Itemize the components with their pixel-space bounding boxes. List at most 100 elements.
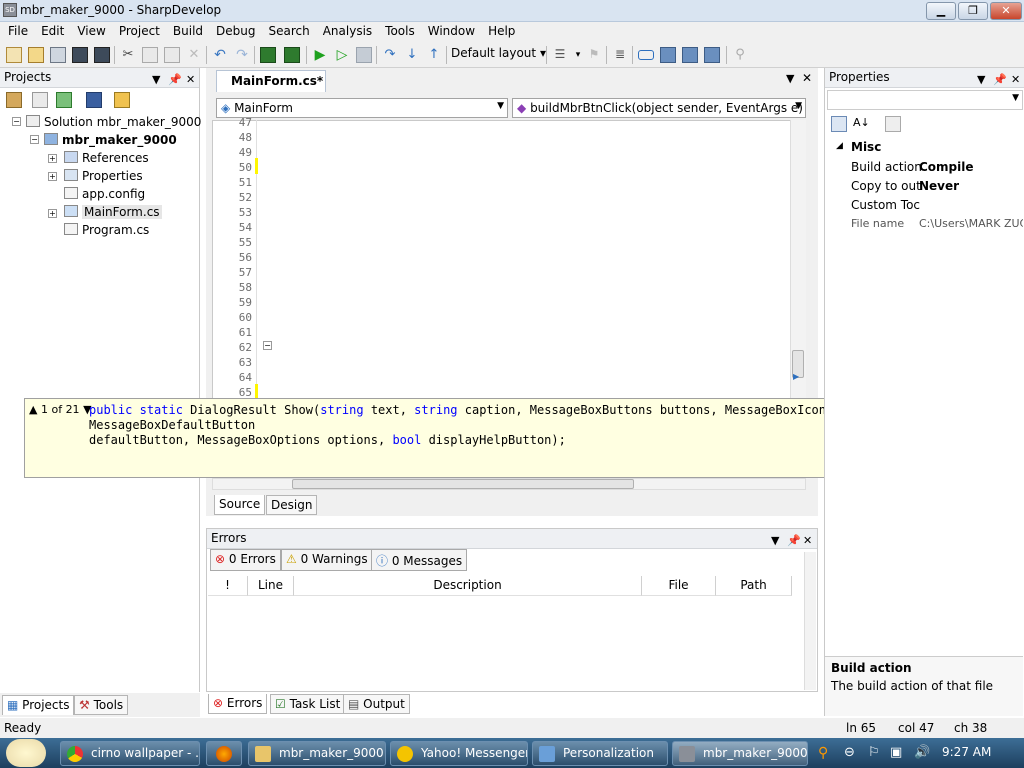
save-all-2-icon[interactable] xyxy=(94,47,110,63)
tab-design[interactable]: Design xyxy=(266,495,318,515)
taskbar-item-sharpdevelop-1[interactable]: mbr_maker_9000 xyxy=(248,741,386,766)
tab-output[interactable]: ▤ Output xyxy=(343,694,410,714)
property-value[interactable]: Compile xyxy=(919,160,974,174)
panel-menu-icon[interactable]: ▼ xyxy=(771,531,779,550)
menu-window[interactable]: Window xyxy=(420,22,480,38)
layout-dropdown[interactable]: Default layout ▾ xyxy=(451,46,546,60)
expand-mainform-icon[interactable]: + xyxy=(48,209,57,218)
pin-icon[interactable]: 📌 xyxy=(787,531,801,550)
replace-icon[interactable] xyxy=(704,47,720,63)
tab-source[interactable]: Source xyxy=(214,495,266,515)
run-icon[interactable]: ▶ xyxy=(312,47,328,63)
property-value[interactable]: C:\Users\MARK ZUC xyxy=(919,217,1023,230)
step-into-icon[interactable]: ↓ xyxy=(404,47,420,63)
taskbar-item-personalization[interactable]: Personalization xyxy=(532,741,668,766)
doc-menu-icon[interactable]: ▼ xyxy=(786,72,794,85)
minimize-button[interactable]: ▁ xyxy=(926,2,956,20)
overload-up-icon[interactable]: ▲ xyxy=(29,403,37,416)
show-all-files-icon[interactable] xyxy=(86,92,102,108)
panel-menu-icon[interactable]: ▼ xyxy=(977,70,985,89)
member-combo[interactable]: ◆ buildMbrBtnClick(object sender, EventA… xyxy=(512,98,806,118)
taskbar-item-sharpdevelop-2[interactable]: mbr_maker_9000 ... xyxy=(672,741,808,766)
tree-properties[interactable]: Properties xyxy=(64,169,143,183)
tray-search-icon[interactable]: ⚲ xyxy=(818,745,828,761)
tab-projects[interactable]: ▦ Projects xyxy=(2,695,75,715)
overload-counter[interactable]: ▲ 1 of 21 ▼ xyxy=(29,403,92,416)
copy-icon[interactable] xyxy=(142,47,158,63)
taskbar-item-firefox[interactable] xyxy=(206,741,242,766)
clock[interactable]: 9:27 AM xyxy=(942,745,991,759)
menu-project[interactable]: Project xyxy=(111,22,165,38)
menu-search[interactable]: Search xyxy=(260,22,314,38)
run-without-debug-icon[interactable]: ▷ xyxy=(334,47,350,63)
tree-project[interactable]: mbr_maker_9000 xyxy=(44,133,177,147)
cut-icon[interactable]: ✂ xyxy=(120,47,136,63)
sort-alpha-icon[interactable]: A↓ xyxy=(853,116,870,132)
search-icon[interactable]: ⚲ xyxy=(732,47,748,63)
column-header-path[interactable]: Path xyxy=(716,576,792,596)
tab-task-list[interactable]: ☑ Task List xyxy=(270,694,346,714)
warnings-filter-button[interactable]: ⚠ 0 Warnings xyxy=(281,549,373,571)
close-icon[interactable]: ✕ xyxy=(186,70,195,89)
collapse-category-icon[interactable]: ◢ xyxy=(836,141,843,151)
property-name[interactable]: Copy to out xyxy=(851,179,921,193)
expand-solution-icon[interactable]: − xyxy=(12,117,21,126)
expand-project-icon[interactable]: − xyxy=(30,135,39,144)
toggle-icon[interactable] xyxy=(638,50,654,60)
messages-filter-button[interactable]: ⓘ 0 Messages xyxy=(371,549,468,571)
taskbar-item-yahoo[interactable]: Yahoo! Messenger xyxy=(390,741,528,766)
tree-references[interactable]: References xyxy=(64,151,149,165)
categorized-icon[interactable] xyxy=(831,116,847,132)
tree-solution[interactable]: Solution mbr_maker_9000 xyxy=(26,115,201,129)
property-name[interactable]: Custom Toc xyxy=(851,198,920,212)
tab-mainform[interactable]: MainForm.cs* xyxy=(216,70,326,92)
tray-flag-icon[interactable]: ⚐ xyxy=(868,745,880,760)
horizontal-scroll-thumb[interactable] xyxy=(292,479,634,489)
panel-menu-icon[interactable]: ▼ xyxy=(152,70,160,89)
stop-icon[interactable] xyxy=(356,47,372,63)
close-icon[interactable]: ✕ xyxy=(803,531,812,550)
tree-app-config[interactable]: app.config xyxy=(64,187,145,201)
taskbar-item-browser[interactable]: cirno wallpaper - ... xyxy=(60,741,200,766)
menu-analysis[interactable]: Analysis xyxy=(315,22,377,38)
property-pages-icon[interactable] xyxy=(885,116,901,132)
project-options-icon[interactable] xyxy=(6,92,22,108)
menu-view[interactable]: View xyxy=(69,22,110,38)
delete-icon[interactable]: ✕ xyxy=(186,47,202,63)
menu-help[interactable]: Help xyxy=(480,22,520,38)
chevron-down-icon[interactable]: ▾ xyxy=(570,50,586,66)
menu-tools[interactable]: Tools xyxy=(377,22,420,38)
column-header-severity[interactable]: ! xyxy=(208,576,248,596)
open-folder-icon[interactable] xyxy=(114,92,130,108)
column-header-file[interactable]: File xyxy=(642,576,716,596)
class-combo[interactable]: ◈ MainForm ▼ xyxy=(216,98,508,118)
step-out-icon[interactable]: ↑ xyxy=(426,47,442,63)
bookmark-icon[interactable]: ⚑ xyxy=(586,47,602,63)
tree-mainform[interactable]: MainForm.cs xyxy=(64,205,162,219)
new-file-icon[interactable] xyxy=(6,47,22,63)
refresh-icon[interactable] xyxy=(56,92,72,108)
expand-properties-icon[interactable]: + xyxy=(48,172,57,181)
close-icon[interactable]: ✕ xyxy=(1011,70,1020,89)
tab-errors[interactable]: ⊗ Errors xyxy=(208,694,268,714)
close-button[interactable]: ✕ xyxy=(990,2,1022,20)
build-icon[interactable] xyxy=(260,47,276,63)
start-button[interactable] xyxy=(6,739,46,767)
fold-toggle-icon[interactable]: − xyxy=(263,341,272,350)
save-all-icon[interactable] xyxy=(50,47,66,63)
pin-icon[interactable]: 📌 xyxy=(168,70,182,89)
property-name[interactable]: Build action xyxy=(851,160,922,174)
undo-icon[interactable]: ↶ xyxy=(212,47,228,63)
find-next-icon[interactable] xyxy=(682,47,698,63)
column-header-description[interactable]: Description xyxy=(294,576,642,596)
open-icon[interactable] xyxy=(28,47,44,63)
errors-filter-button[interactable]: ⊗ 0 Errors xyxy=(210,549,281,571)
rebuild-icon[interactable] xyxy=(284,47,300,63)
object-selector[interactable]: ▼ xyxy=(827,90,1023,110)
expand-references-icon[interactable]: + xyxy=(48,154,57,163)
menu-edit[interactable]: Edit xyxy=(33,22,69,38)
pin-icon[interactable]: 📌 xyxy=(993,70,1007,89)
errors-scrollbar[interactable] xyxy=(804,552,816,690)
menu-build[interactable]: Build xyxy=(165,22,208,38)
property-name[interactable]: File name xyxy=(851,217,904,230)
